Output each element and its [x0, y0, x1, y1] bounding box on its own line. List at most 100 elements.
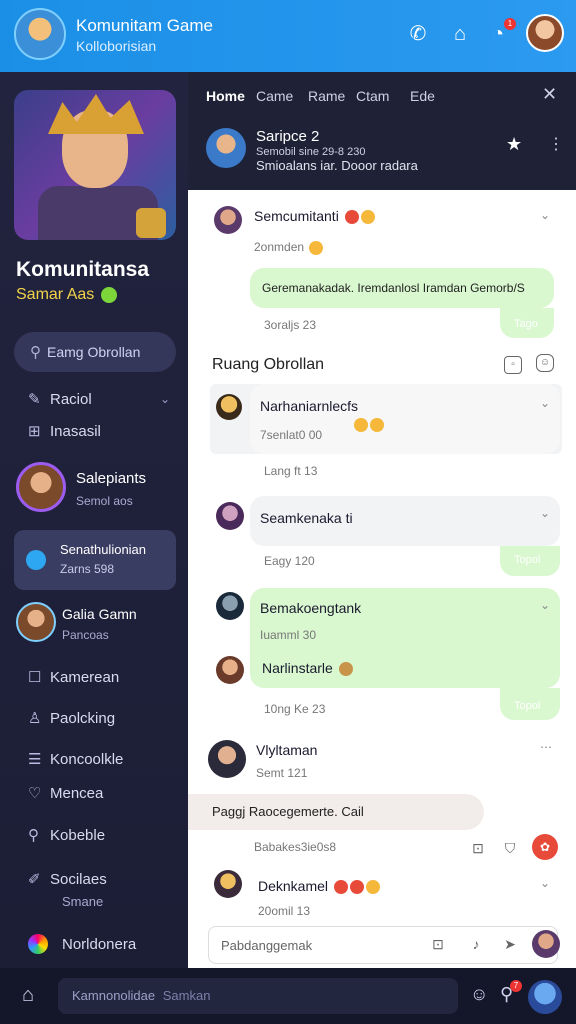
- emoji-icon: [354, 417, 368, 432]
- chevron-down-icon[interactable]: ⌄: [540, 506, 550, 520]
- hero-artwork: [14, 90, 176, 240]
- game-avatar[interactable]: [16, 602, 56, 642]
- rainbow-icon: [28, 934, 48, 954]
- message-time: 20omil 13: [258, 904, 311, 918]
- message-avatar[interactable]: [214, 870, 242, 898]
- more-options-icon[interactable]: ⋮: [548, 134, 564, 154]
- emoji-icon: [309, 240, 324, 255]
- message-author: Narlinstarle: [262, 660, 353, 677]
- smile-icon[interactable]: ☺: [470, 984, 488, 1005]
- shield-icon[interactable]: ⛉: [500, 838, 520, 858]
- bottom-search-input[interactable]: Kamnonolidae Samkan: [58, 978, 458, 1014]
- chat-header: Home Came Rame Ctam Ede ✕ Saripce 2 Semo…: [188, 72, 576, 190]
- sidebar-item-kobeble[interactable]: ⚲ Kobeble: [28, 826, 105, 844]
- home-icon[interactable]: ⌂: [446, 20, 474, 48]
- chevron-down-icon[interactable]: ⌄: [540, 598, 550, 612]
- sidebar-item-raciol[interactable]: ✎ Raciol: [28, 390, 92, 408]
- message-stamp: 10ng Ke 23: [264, 702, 326, 716]
- highlight-bar[interactable]: Paggj Raocegemerte. Cail: [188, 794, 484, 830]
- hero-emblem: [136, 208, 166, 238]
- search-icon: ⚲: [30, 344, 41, 361]
- sidebar-item-inasasil[interactable]: ⊞ Inasasil: [28, 422, 101, 440]
- message-avatar[interactable]: [216, 656, 244, 684]
- emoji-icon: [344, 210, 359, 225]
- message-author: Vlyltaman: [256, 742, 318, 758]
- message-stamp: 3oraljs 23: [264, 318, 317, 332]
- composer-avatar[interactable]: [532, 930, 560, 958]
- profile-avatar[interactable]: [16, 462, 66, 512]
- app-icon[interactable]: [14, 8, 66, 60]
- conversation-avatar[interactable]: [206, 128, 246, 168]
- star-icon[interactable]: ★: [506, 134, 522, 155]
- message-avatar[interactable]: [214, 206, 242, 234]
- user-avatar[interactable]: [526, 14, 564, 52]
- sidebar-item-active[interactable]: Senathulionian Zarns 598: [14, 530, 176, 590]
- brand-subtitle-text: Samar Aas: [16, 286, 95, 303]
- attach-icon[interactable]: ⊡: [428, 934, 448, 954]
- emoji-icon: [333, 880, 348, 895]
- emoji-group: [352, 416, 384, 434]
- user-icon: ♙: [28, 710, 42, 727]
- sidebar-item-last[interactable]: Norldonera: [62, 936, 136, 953]
- home-icon[interactable]: ⌂: [22, 984, 34, 1007]
- message-avatar[interactable]: [208, 740, 246, 778]
- phone-icon[interactable]: ✆: [404, 20, 432, 48]
- message-bubble[interactable]: Geremanakadak. Iremdanlosl Iramdan Gemor…: [250, 268, 554, 308]
- send-icon[interactable]: ➤: [500, 934, 520, 954]
- search-icon: ⚲: [28, 827, 39, 844]
- active-dot-icon: [26, 550, 46, 570]
- sidebar-item-label: Kobeble: [50, 827, 106, 844]
- sidebar-item-koncoolkle[interactable]: ☰ Koncoolkle: [28, 750, 123, 768]
- message-avatar[interactable]: [216, 394, 242, 420]
- react-button[interactable]: ✿: [532, 834, 558, 860]
- message-stamp: Lang ft 13: [264, 464, 318, 478]
- message-time: Semt 121: [256, 766, 308, 780]
- sidebar-item-kamerean[interactable]: ☐ Kamerean: [28, 668, 119, 686]
- hero-hair: [48, 94, 144, 134]
- tab-home[interactable]: Home: [206, 88, 245, 104]
- sidebar-item-label: Paolcking: [50, 710, 116, 727]
- message-author: Seamkenaka ti: [260, 510, 353, 526]
- tab-rame[interactable]: Rame: [308, 88, 345, 104]
- notification-badge: 1: [504, 18, 516, 30]
- chevron-down-icon[interactable]: ⌄: [160, 392, 170, 406]
- sidebar-item-mencea[interactable]: ♡ Mencea: [28, 784, 103, 802]
- sidebar-item-settings[interactable]: ✐ Socilaes: [28, 870, 107, 888]
- message-avatar[interactable]: [216, 502, 244, 530]
- message-author-text: Semcumitanti: [254, 208, 339, 224]
- bottom-bar: ⌂ Kamnonolidae Samkan ☺ ⚲ 7: [0, 968, 576, 1024]
- sticker-icon[interactable]: ♪: [466, 934, 486, 954]
- tab-ctam[interactable]: Ctam: [356, 88, 389, 104]
- chevron-down-icon[interactable]: ⌄: [540, 208, 550, 222]
- bottom-input-hint: Samkan: [162, 988, 211, 1003]
- sidebar-item-label: Socilaes: [50, 871, 107, 888]
- doc-icon: ☐: [28, 669, 42, 686]
- active-item-sub: Zarns 598: [60, 562, 115, 576]
- sidebar-item-label: Koncoolkle: [50, 751, 124, 768]
- message-avatar[interactable]: [216, 592, 244, 620]
- sidebar-item-paolcking[interactable]: ♙ Paolcking: [28, 709, 115, 727]
- more-icon[interactable]: ⋯: [540, 740, 552, 754]
- chat-bubble-icon[interactable]: ▫: [504, 356, 522, 374]
- bookmark-icon[interactable]: ⊡: [468, 838, 488, 858]
- emoji-smile-icon[interactable]: ☺: [536, 354, 554, 372]
- chevron-down-icon[interactable]: ⌄: [540, 876, 550, 890]
- brush-icon: ✐: [28, 871, 41, 888]
- sidebar-item-label: Inasasil: [50, 423, 101, 440]
- close-icon[interactable]: ✕: [542, 84, 557, 105]
- message-time: 7senlat0 00: [260, 428, 323, 442]
- app-title: Komunitam Game: [76, 16, 213, 35]
- conversation-meta: Semobil sine 29-8 230: [256, 146, 366, 158]
- message-author: Deknkamel: [258, 878, 380, 895]
- search-button[interactable]: ⚲ Eamg Obrollan: [14, 332, 176, 372]
- emoji-icon: [360, 210, 375, 225]
- section-title: Ruang Obrollan: [212, 356, 325, 373]
- tab-came[interactable]: Came: [256, 88, 293, 104]
- top-bar: Komunitam Game Kolloborisian ✆ ⌂ ◔ 1: [0, 0, 576, 72]
- bottom-avatar[interactable]: [528, 980, 562, 1014]
- brand-subtitle: Samar Aas: [16, 286, 117, 304]
- sidebar: Komunitansa Samar Aas ⚲ Eamg Obrollan ✎ Ra…: [0, 72, 188, 968]
- profile-sub: Semol aos: [76, 494, 133, 508]
- tab-ede[interactable]: Ede: [410, 88, 435, 104]
- chevron-down-icon[interactable]: ⌄: [540, 396, 550, 410]
